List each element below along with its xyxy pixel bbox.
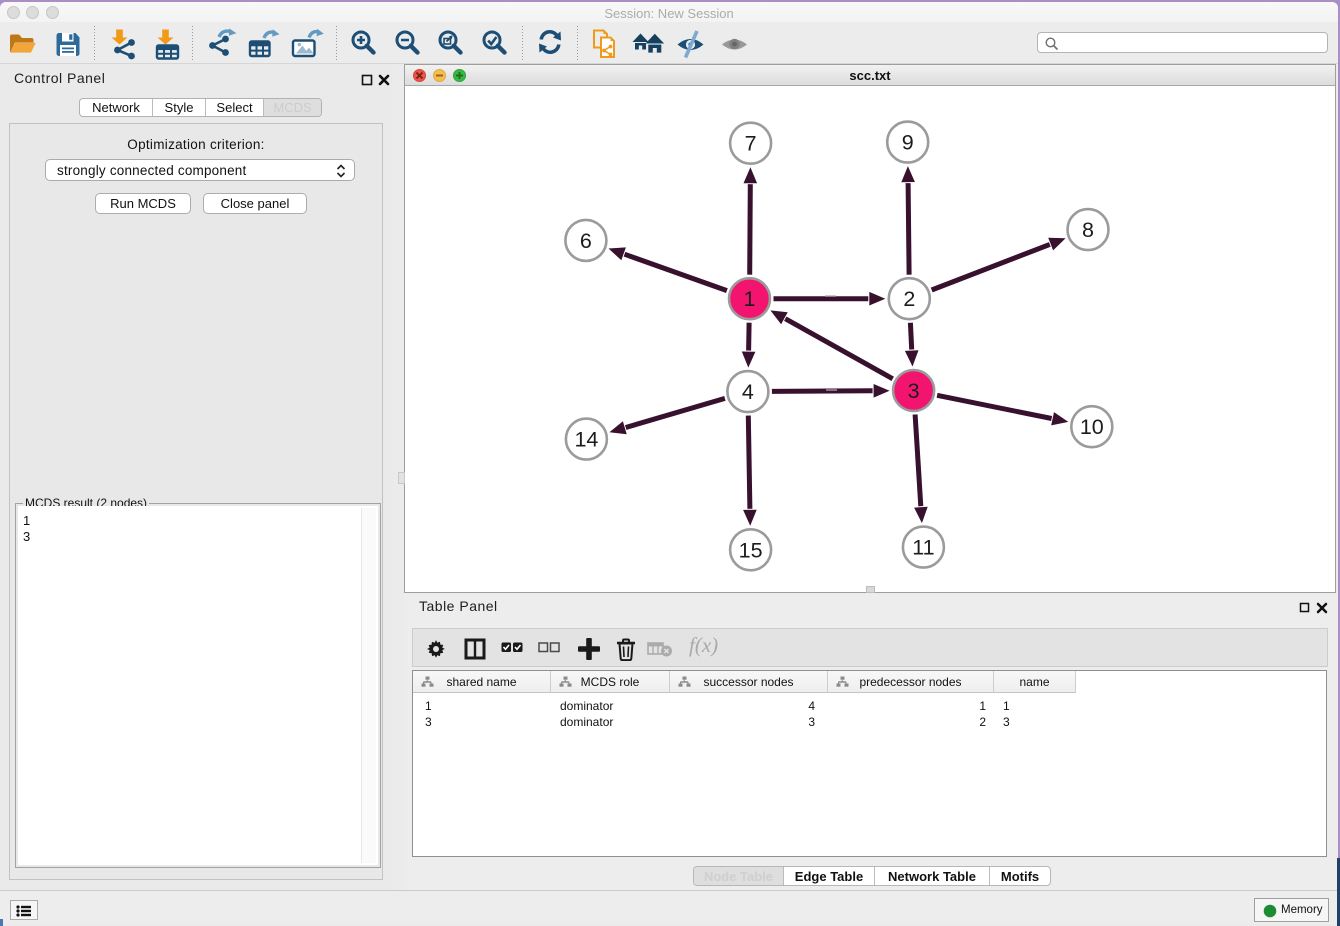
- svg-text:11: 11: [912, 536, 934, 560]
- svg-text:7: 7: [745, 132, 757, 156]
- svg-text:4: 4: [742, 380, 754, 404]
- svg-text:1: 1: [744, 287, 756, 311]
- svg-text:10: 10: [1080, 415, 1104, 439]
- svg-text:9: 9: [902, 131, 914, 155]
- svg-text:15: 15: [739, 538, 763, 562]
- svg-text:3: 3: [908, 379, 920, 403]
- svg-text:8: 8: [1082, 218, 1094, 242]
- svg-text:6: 6: [580, 229, 592, 253]
- svg-text:2: 2: [903, 287, 915, 311]
- svg-text:14: 14: [574, 428, 598, 452]
